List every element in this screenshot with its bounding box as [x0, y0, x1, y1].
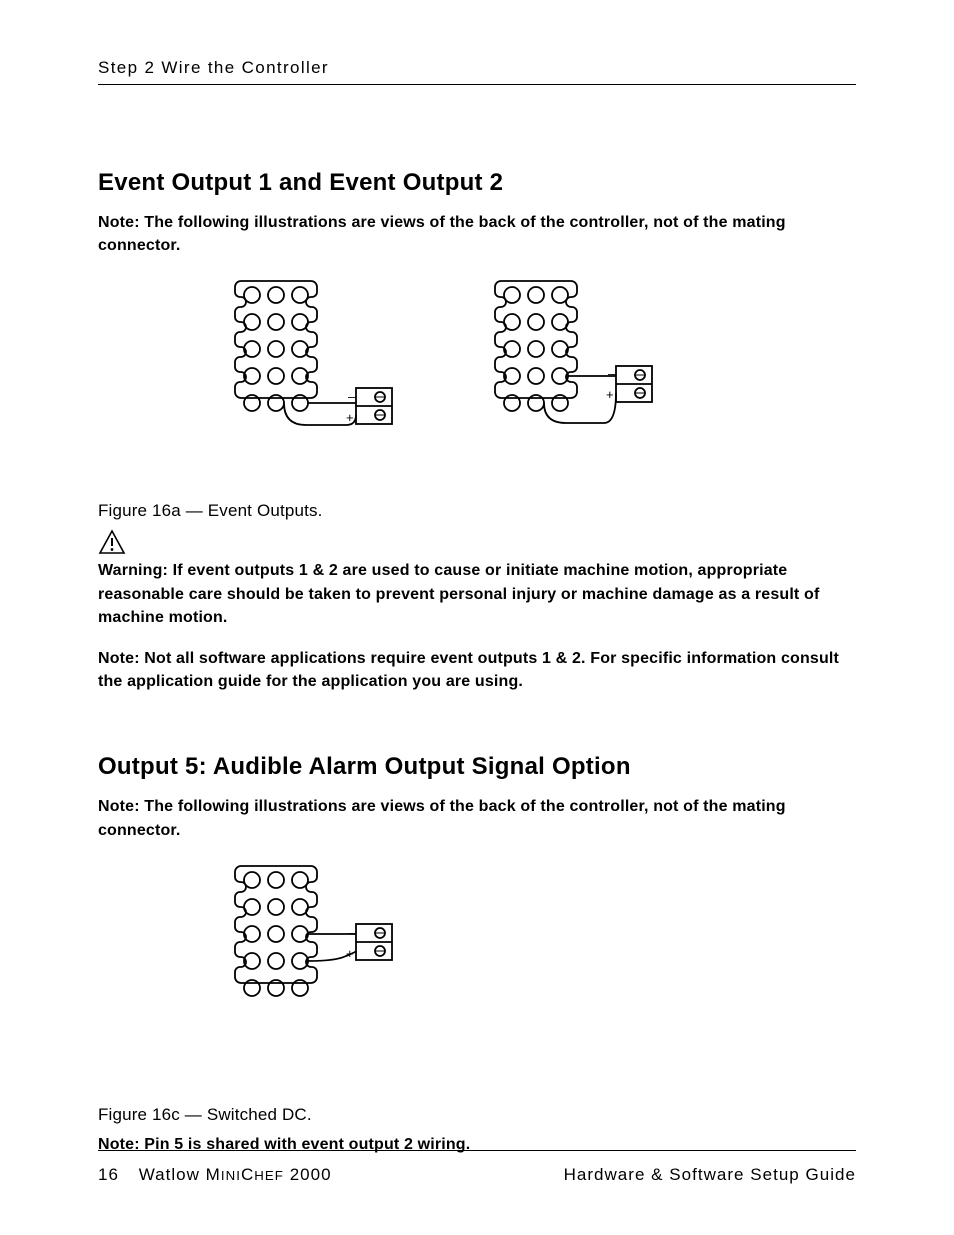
figure16c-caption: Figure 16c — Switched DC. [98, 1105, 856, 1125]
running-head: Step 2 Wire the Controller [98, 58, 856, 78]
section1-note1: Note: The following illustrations are vi… [98, 211, 856, 257]
header-rule [98, 84, 856, 85]
figure16a-caption: Figure 16a — Event Outputs. [98, 501, 856, 521]
page-number: 16 [98, 1165, 119, 1184]
section-event-outputs: Event Output 1 and Event Output 2 Note: … [98, 169, 856, 693]
connector-output5: – + [226, 860, 396, 1020]
section-output5: Output 5: Audible Alarm Output Signal Op… [98, 753, 856, 1156]
section2-title: Output 5: Audible Alarm Output Signal Op… [98, 753, 856, 781]
svg-text:–: – [348, 389, 356, 404]
warning-text: Warning: If event outputs 1 & 2 are used… [98, 559, 856, 629]
svg-text:+: + [606, 387, 614, 402]
figure-16a: – + [226, 275, 856, 445]
figure-16c: – + [226, 860, 856, 1025]
svg-text:+: + [346, 410, 354, 425]
footer-left: 16 Watlow MINICHEF 2000 [98, 1165, 332, 1185]
svg-text:–: – [608, 366, 616, 381]
warning-icon [98, 529, 126, 555]
svg-text:+: + [346, 946, 354, 961]
connector-event-output-2: – + [486, 275, 656, 435]
section1-title: Event Output 1 and Event Output 2 [98, 169, 856, 197]
product-name: Watlow MINICHEF 2000 [139, 1165, 332, 1184]
footer-right: Hardware & Software Setup Guide [564, 1165, 856, 1185]
page-footer: 16 Watlow MINICHEF 2000 Hardware & Softw… [98, 1150, 856, 1185]
connector-event-output-1: – + [226, 275, 396, 445]
svg-text:–: – [348, 925, 356, 940]
footer-rule [98, 1150, 856, 1151]
warning-block: Warning: If event outputs 1 & 2 are used… [98, 529, 856, 693]
section2-note1: Note: The following illustrations are vi… [98, 795, 856, 841]
section1-note2: Note: Not all software applications requ… [98, 647, 856, 693]
